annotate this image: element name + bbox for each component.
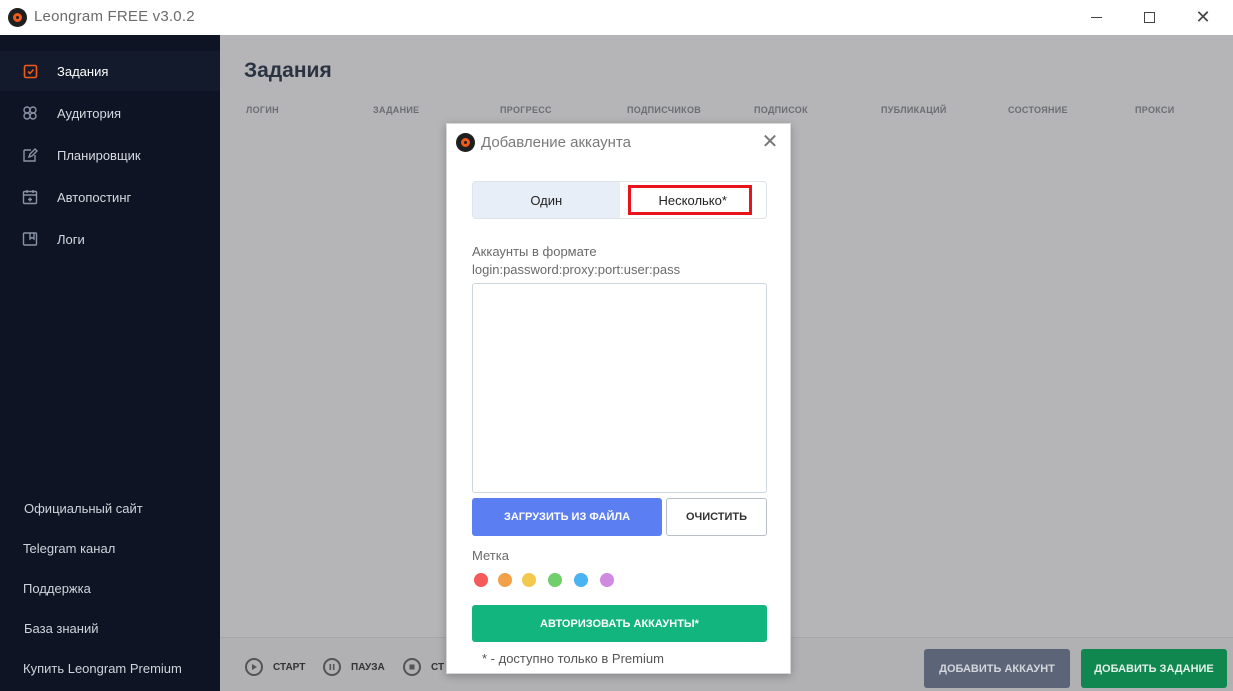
pause-label: ПАУЗА [351,661,385,673]
table-header: ЛОГИН ЗАДАНИЕ ПРОГРЕСС ПОДПИСЧИКОВ ПОДПИ… [246,105,1206,119]
account-mode-tabs: Один Несколько* [472,181,767,219]
authorize-accounts-button[interactable]: АВТОРИЗОВАТЬ АККАУНТЫ* [472,605,767,642]
column-header-followers[interactable]: ПОДПИСЧИКОВ [627,105,701,115]
tag-color-purple[interactable] [600,573,614,587]
column-header-posts[interactable]: ПУБЛИКАЦИЙ [881,105,947,115]
logs-icon [22,231,38,247]
telegram-channel-link[interactable]: Telegram канал [23,541,115,556]
planner-icon [22,147,38,163]
accounts-format-line2: login:password:proxy:port:user:pass [472,262,681,277]
column-header-proxy[interactable]: ПРОКСИ [1135,105,1175,115]
page-title: Задания [244,59,332,82]
load-from-file-button[interactable]: ЗАГРУЗИТЬ ИЗ ФАЙЛА [472,498,662,536]
highlight-box [627,185,752,215]
pause-icon [323,658,341,676]
clear-button[interactable]: ОЧИСТИТЬ [666,498,767,536]
sidebar-item-label: Планировщик [57,147,141,163]
column-header-following[interactable]: ПОДПИСОК [754,105,808,115]
tag-label: Метка [472,548,509,563]
tag-color-blue[interactable] [574,573,588,587]
sidebar-item-planner[interactable]: Планировщик [0,135,220,175]
sidebar-item-label: Автопостинг [57,189,132,205]
tab-multiple[interactable]: Несколько* [619,182,766,218]
buy-premium-link[interactable]: Купить Leongram Premium [23,661,182,676]
sidebar-item-audience[interactable]: Аудитория [0,93,220,133]
tab-single[interactable]: Один [473,182,620,218]
tag-color-yellow[interactable] [522,573,536,587]
sidebar-item-label: Аудитория [57,105,122,121]
close-icon: ✕ [761,129,779,153]
official-site-link[interactable]: Официальный сайт [24,501,143,516]
sidebar: Задания Аудитория Планировщик Автопостин… [0,35,220,691]
window-title: Leongram FREE v3.0.2 [34,8,195,25]
start-button[interactable]: СТАРТ [245,658,305,676]
close-icon: ✕ [1195,7,1211,28]
sidebar-item-label: Логи [57,231,85,247]
support-link[interactable]: Поддержка [23,581,91,596]
minimize-icon [1090,17,1102,18]
tasks-icon [22,63,38,79]
title-bar: Leongram FREE v3.0.2 ✕ [0,0,1233,35]
tag-color-red[interactable] [474,573,488,587]
minimize-button[interactable] [1073,0,1119,35]
maximize-icon [1143,12,1155,23]
sidebar-item-logs[interactable]: Логи [0,219,220,259]
accounts-textarea[interactable] [472,283,767,493]
tag-color-orange[interactable] [498,573,512,587]
dialog-close-button[interactable]: ✕ [759,129,781,153]
sidebar-item-label: Задания [57,63,109,79]
add-account-dialog: Добавление аккаунта ✕ Один Несколько* Ак… [446,123,791,674]
add-account-button[interactable]: ДОБАВИТЬ АККАУНТ [924,649,1070,688]
column-header-login[interactable]: ЛОГИН [246,105,279,115]
knowledge-base-link[interactable]: База знаний [24,621,99,636]
column-header-progress[interactable]: ПРОГРЕСС [500,105,552,115]
add-task-button[interactable]: ДОБАВИТЬ ЗАДАНИЕ [1081,649,1227,688]
accounts-format-label: Аккаунты в формате login:password:proxy:… [472,243,680,279]
start-label: СТАРТ [273,661,306,673]
premium-note: * - доступно только в Premium [482,651,664,666]
pause-button[interactable]: ПАУЗА [323,658,385,676]
play-icon [245,658,263,676]
stop-label: СТ [431,661,445,673]
tag-color-green[interactable] [548,573,562,587]
stop-button[interactable]: СТ [403,658,444,676]
app-logo-icon [8,8,27,27]
stop-icon [403,658,421,676]
calendar-icon [22,189,38,205]
sidebar-item-autoposting[interactable]: Автопостинг [0,177,220,217]
maximize-button[interactable] [1126,0,1172,35]
accounts-format-line1: Аккаунты в формате [472,244,597,259]
column-header-status[interactable]: СОСТОЯНИЕ [1008,105,1068,115]
sidebar-item-tasks[interactable]: Задания [0,51,220,91]
dialog-title: Добавление аккаунта [481,134,631,151]
audience-icon [22,105,38,121]
dialog-logo-icon [456,133,475,152]
column-header-task[interactable]: ЗАДАНИЕ [373,105,419,115]
close-window-button[interactable]: ✕ [1180,0,1226,35]
